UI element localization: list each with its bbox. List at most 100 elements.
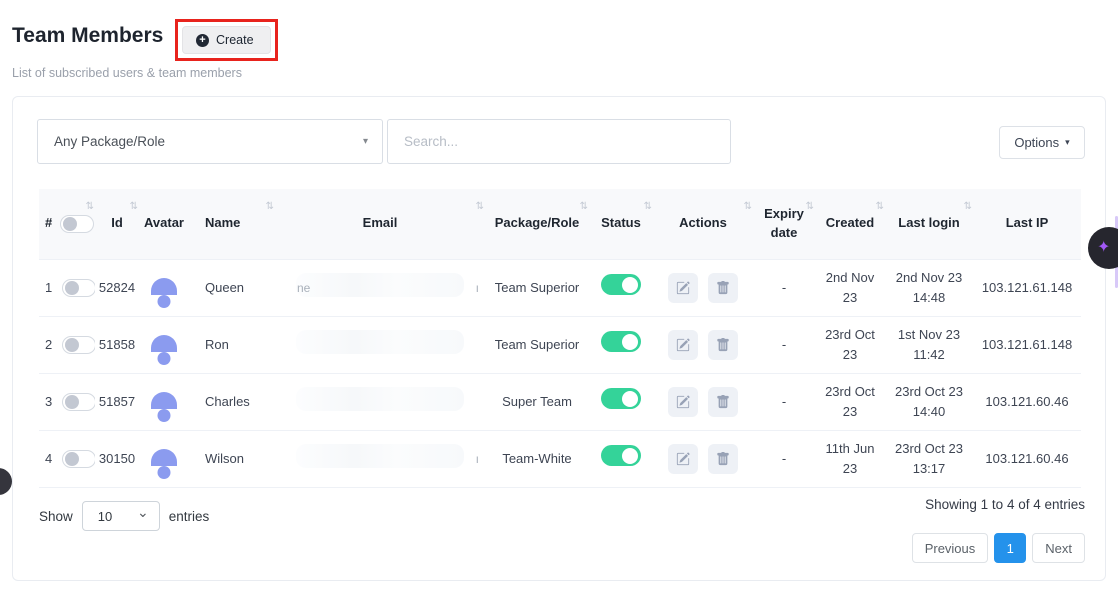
create-button[interactable]: + Create bbox=[182, 26, 271, 54]
annotation-highlight-box: + Create bbox=[175, 19, 278, 61]
expiry-date: - bbox=[753, 316, 815, 373]
member-name: Queen bbox=[189, 259, 275, 316]
edit-button[interactable] bbox=[668, 444, 698, 474]
email-fragment: ı bbox=[476, 279, 479, 297]
delete-button[interactable] bbox=[708, 387, 738, 417]
email-fragment: ne bbox=[297, 279, 310, 297]
column-header[interactable]: Last login ⇅ bbox=[885, 189, 973, 259]
page-size-select[interactable]: 10 ⌄ bbox=[82, 501, 160, 531]
email-redaction-smudge bbox=[296, 273, 465, 297]
row-index: 2 bbox=[45, 335, 52, 355]
header-toggle[interactable] bbox=[60, 215, 94, 233]
table-row: 2 51858 Ron Team Superior bbox=[39, 316, 1081, 373]
pencil-square-icon bbox=[676, 452, 690, 466]
member-id: 52824 bbox=[95, 259, 139, 316]
last-ip: 103.121.60.46 bbox=[973, 430, 1081, 487]
status-toggle[interactable] bbox=[601, 388, 641, 409]
sort-icon[interactable]: ⇅ bbox=[806, 200, 814, 215]
member-name: Ron bbox=[189, 316, 275, 373]
member-email-redacted bbox=[275, 373, 485, 430]
table-row: 3 51857 Charles Super Team bbox=[39, 373, 1081, 430]
status-toggle[interactable] bbox=[601, 331, 641, 352]
sort-icon[interactable]: ⇅ bbox=[580, 200, 588, 215]
row-toggle[interactable] bbox=[62, 450, 95, 468]
last-ip: 103.121.61.148 bbox=[973, 316, 1081, 373]
page-title: Team Members bbox=[12, 24, 163, 48]
sort-icon[interactable]: ⇅ bbox=[476, 200, 484, 215]
next-page-button[interactable]: Next bbox=[1032, 533, 1085, 563]
member-name: Wilson bbox=[189, 430, 275, 487]
sort-icon[interactable]: ⇅ bbox=[876, 200, 884, 215]
edit-button[interactable] bbox=[668, 330, 698, 360]
current-page-button[interactable]: 1 bbox=[994, 533, 1026, 563]
select-caret-icon: ▾ bbox=[363, 136, 368, 147]
status-toggle[interactable] bbox=[601, 274, 641, 295]
column-header-label: Email bbox=[363, 214, 398, 233]
package-role: Team Superior bbox=[485, 316, 589, 373]
sort-icon[interactable]: ⇅ bbox=[86, 200, 94, 215]
delete-button[interactable] bbox=[708, 273, 738, 303]
sort-icon[interactable]: ⇅ bbox=[964, 200, 972, 215]
showing-entries-text: Showing 1 to 4 of 4 entries bbox=[925, 497, 1085, 512]
page-size-value: 10 bbox=[98, 509, 112, 524]
package-role-select[interactable]: Any Package/Role ▾ bbox=[37, 119, 383, 164]
email-redaction-smudge bbox=[296, 387, 465, 411]
table-header-row: # ⇅ Id ⇅ Avatar Name ⇅ Email ⇅ Package/R… bbox=[39, 189, 1081, 259]
created-date: 23rd Oct 23 bbox=[815, 373, 885, 430]
members-table: # ⇅ Id ⇅ Avatar Name ⇅ Email ⇅ Package/R… bbox=[39, 189, 1081, 488]
column-header-label: Expiry date bbox=[755, 205, 813, 243]
sparkle-icon: ✦ bbox=[1097, 240, 1110, 256]
package-role: Team-White bbox=[485, 430, 589, 487]
table-row: 1 52824 Queen ne ı Team Superior bbox=[39, 259, 1081, 316]
last-login: 23rd Oct 23 13:17 bbox=[885, 430, 973, 487]
previous-page-button[interactable]: Previous bbox=[912, 533, 989, 563]
page-subtitle: List of subscribed users & team members bbox=[12, 66, 242, 80]
column-header-label: Last login bbox=[898, 214, 959, 233]
sort-icon[interactable]: ⇅ bbox=[744, 200, 752, 215]
column-header[interactable]: Email ⇅ bbox=[275, 189, 485, 259]
column-header-label: Actions bbox=[679, 214, 727, 233]
column-header[interactable]: # ⇅ bbox=[39, 189, 95, 259]
column-header-label: Id bbox=[111, 214, 123, 233]
members-card: Any Package/Role ▾ Options ▾ # ⇅ Id bbox=[12, 96, 1106, 581]
created-date: 11th Jun 23 bbox=[815, 430, 885, 487]
delete-button[interactable] bbox=[708, 444, 738, 474]
trash-icon bbox=[716, 452, 730, 466]
left-edge-handle[interactable] bbox=[0, 468, 12, 495]
options-button[interactable]: Options ▾ bbox=[999, 126, 1085, 159]
column-header[interactable]: Status ⇅ bbox=[589, 189, 653, 259]
column-header[interactable]: Actions ⇅ bbox=[653, 189, 753, 259]
created-date: 23rd Oct 23 bbox=[815, 316, 885, 373]
column-header-label: Package/Role bbox=[495, 214, 580, 233]
create-button-label: Create bbox=[216, 33, 254, 47]
delete-button[interactable] bbox=[708, 330, 738, 360]
created-date: 2nd Nov 23 bbox=[815, 259, 885, 316]
email-redaction-smudge bbox=[296, 330, 465, 354]
column-header[interactable]: Created ⇅ bbox=[815, 189, 885, 259]
row-toggle[interactable] bbox=[62, 393, 95, 411]
status-toggle[interactable] bbox=[601, 445, 641, 466]
edit-button[interactable] bbox=[668, 273, 698, 303]
row-toggle[interactable] bbox=[62, 336, 95, 354]
sort-icon[interactable]: ⇅ bbox=[130, 200, 138, 215]
last-ip: 103.121.60.46 bbox=[973, 373, 1081, 430]
page: Team Members + Create List of subscribed… bbox=[0, 0, 1118, 593]
search-input[interactable] bbox=[387, 119, 731, 164]
column-header[interactable]: Last IP bbox=[973, 189, 1081, 259]
column-header[interactable]: Expiry date ⇅ bbox=[753, 189, 815, 259]
expiry-date: - bbox=[753, 430, 815, 487]
plus-circle-icon: + bbox=[196, 34, 209, 47]
sort-icon[interactable]: ⇅ bbox=[644, 200, 652, 215]
email-fragment: ı bbox=[476, 450, 479, 468]
row-toggle[interactable] bbox=[62, 279, 95, 297]
chevron-down-icon: ⌄ bbox=[137, 504, 149, 521]
column-header[interactable]: Id ⇅ bbox=[95, 189, 139, 259]
row-index: 3 bbox=[45, 392, 52, 412]
column-header[interactable]: Package/Role ⇅ bbox=[485, 189, 589, 259]
sort-icon[interactable]: ⇅ bbox=[266, 200, 274, 215]
column-header[interactable]: Name ⇅ bbox=[189, 189, 275, 259]
last-login: 23rd Oct 23 14:40 bbox=[885, 373, 973, 430]
edit-button[interactable] bbox=[668, 387, 698, 417]
entries-label: entries bbox=[169, 509, 210, 524]
column-header[interactable]: Avatar bbox=[139, 189, 189, 259]
